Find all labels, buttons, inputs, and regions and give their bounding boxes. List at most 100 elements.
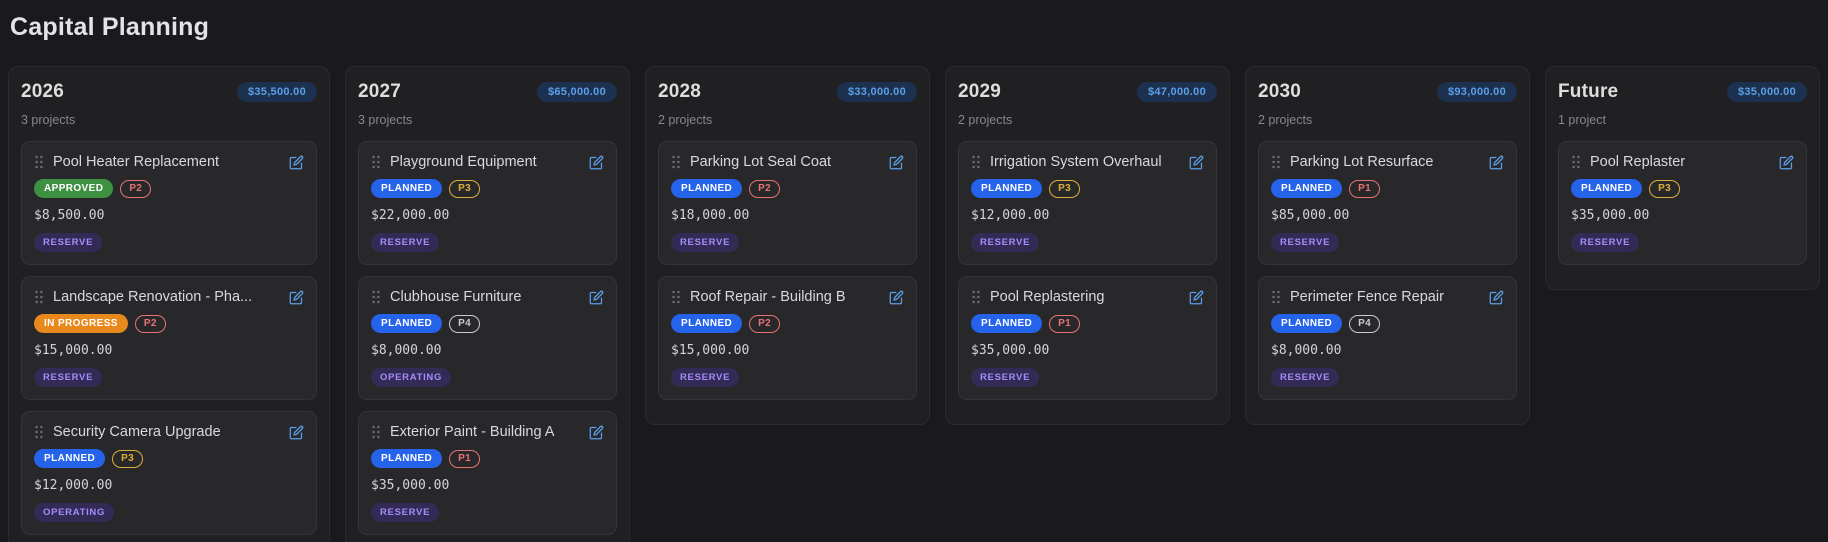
card-title-row: Pool Heater Replacement [34,154,304,170]
column-year-label: 2029 [958,81,1001,103]
project-name: Clubhouse Furniture [390,289,580,305]
project-name: Parking Lot Resurface [1290,154,1480,170]
badge-row: PLANNED P2 [671,179,904,198]
edit-icon[interactable] [1189,155,1204,170]
card-title-row: Parking Lot Seal Coat [671,154,904,170]
project-card[interactable]: Irrigation System Overhaul PLANNED P3 $1… [958,141,1217,265]
column-total-badge: $65,000.00 [537,82,617,102]
badge-row: PLANNED P3 [971,179,1204,198]
fund-source-badge: RESERVE [971,368,1039,387]
drag-handle-icon[interactable] [34,290,44,304]
card-title-row: Parking Lot Resurface [1271,154,1504,170]
drag-handle-icon[interactable] [371,155,381,169]
project-name: Landscape Renovation - Pha... [53,289,280,305]
column-project-count: 2 projects [958,113,1217,127]
badge-row: PLANNED P4 [371,314,604,333]
project-card[interactable]: Exterior Paint - Building A PLANNED P1 $… [358,411,617,535]
project-amount: $12,000.00 [34,478,304,493]
status-badge: PLANNED [371,179,442,198]
edit-icon[interactable] [1189,290,1204,305]
card-title-row: Irrigation System Overhaul [971,154,1204,170]
year-column-2027: 2027 $65,000.00 3 projects Playground Eq… [345,66,630,542]
priority-badge: P1 [1049,315,1080,333]
project-name: Pool Replaster [1590,154,1770,170]
year-column-2029: 2029 $47,000.00 2 projects Irrigation Sy… [945,66,1230,425]
year-column-future: Future $35,000.00 1 project Pool Replast… [1545,66,1820,290]
drag-handle-icon[interactable] [1271,290,1281,304]
status-badge: PLANNED [671,314,742,333]
project-card[interactable]: Perimeter Fence Repair PLANNED P4 $8,000… [1258,276,1517,400]
column-project-count: 2 projects [658,113,917,127]
priority-badge: P2 [135,315,166,333]
edit-icon[interactable] [289,425,304,440]
card-list: Playground Equipment PLANNED P3 $22,000.… [358,141,617,535]
card-list: Pool Heater Replacement APPROVED P2 $8,5… [21,141,317,535]
drag-handle-icon[interactable] [34,155,44,169]
edit-icon[interactable] [1489,290,1504,305]
column-header: 2029 $47,000.00 [958,81,1217,103]
project-card[interactable]: Pool Heater Replacement APPROVED P2 $8,5… [21,141,317,265]
column-total-badge: $35,500.00 [237,82,317,102]
edit-icon[interactable] [289,290,304,305]
project-card[interactable]: Pool Replastering PLANNED P1 $35,000.00 … [958,276,1217,400]
drag-handle-icon[interactable] [371,290,381,304]
drag-handle-icon[interactable] [971,155,981,169]
status-badge: PLANNED [371,449,442,468]
badge-row: PLANNED P1 [1271,179,1504,198]
status-badge: PLANNED [1571,179,1642,198]
badge-row: PLANNED P3 [1571,179,1794,198]
card-title-row: Clubhouse Furniture [371,289,604,305]
badge-row: APPROVED P2 [34,179,304,198]
fund-source-badge: RESERVE [1571,233,1639,252]
project-card[interactable]: Parking Lot Seal Coat PLANNED P2 $18,000… [658,141,917,265]
edit-icon[interactable] [1489,155,1504,170]
edit-icon[interactable] [889,155,904,170]
project-amount: $8,000.00 [1271,343,1504,358]
drag-handle-icon[interactable] [971,290,981,304]
drag-handle-icon[interactable] [671,155,681,169]
project-name: Pool Heater Replacement [53,154,280,170]
priority-badge: P3 [449,180,480,198]
edit-icon[interactable] [589,155,604,170]
project-amount: $35,000.00 [971,343,1204,358]
edit-icon[interactable] [1779,155,1794,170]
project-amount: $15,000.00 [671,343,904,358]
project-card[interactable]: Parking Lot Resurface PLANNED P1 $85,000… [1258,141,1517,265]
project-card[interactable]: Playground Equipment PLANNED P3 $22,000.… [358,141,617,265]
project-amount: $15,000.00 [34,343,304,358]
edit-icon[interactable] [589,425,604,440]
badge-row: IN PROGRESS P2 [34,314,304,333]
project-card[interactable]: Pool Replaster PLANNED P3 $35,000.00 RES… [1558,141,1807,265]
drag-handle-icon[interactable] [371,425,381,439]
edit-icon[interactable] [589,290,604,305]
column-total-badge: $93,000.00 [1437,82,1517,102]
drag-handle-icon[interactable] [1571,155,1581,169]
edit-icon[interactable] [289,155,304,170]
drag-handle-icon[interactable] [1271,155,1281,169]
column-year-label: 2027 [358,81,401,103]
project-card[interactable]: Security Camera Upgrade PLANNED P3 $12,0… [21,411,317,535]
column-header: Future $35,000.00 [1558,81,1807,103]
drag-handle-icon[interactable] [671,290,681,304]
page-title: Capital Planning [10,13,1828,42]
badge-row: PLANNED P2 [671,314,904,333]
drag-handle-icon[interactable] [34,425,44,439]
project-amount: $35,000.00 [371,478,604,493]
fund-source-badge: RESERVE [1271,233,1339,252]
status-badge: PLANNED [971,314,1042,333]
project-card[interactable]: Landscape Renovation - Pha... IN PROGRES… [21,276,317,400]
project-card[interactable]: Roof Repair - Building B PLANNED P2 $15,… [658,276,917,400]
priority-badge: P3 [112,450,143,468]
edit-icon[interactable] [889,290,904,305]
status-badge: PLANNED [971,179,1042,198]
priority-badge: P2 [749,315,780,333]
priority-badge: P1 [1349,180,1380,198]
year-column-2030: 2030 $93,000.00 2 projects Parking Lot R… [1245,66,1530,425]
card-list: Pool Replaster PLANNED P3 $35,000.00 RES… [1558,141,1807,265]
status-badge: PLANNED [1271,314,1342,333]
status-badge: PLANNED [1271,179,1342,198]
project-card[interactable]: Clubhouse Furniture PLANNED P4 $8,000.00… [358,276,617,400]
project-name: Pool Replastering [990,289,1180,305]
card-list: Parking Lot Resurface PLANNED P1 $85,000… [1258,141,1517,400]
column-year-label: 2028 [658,81,701,103]
